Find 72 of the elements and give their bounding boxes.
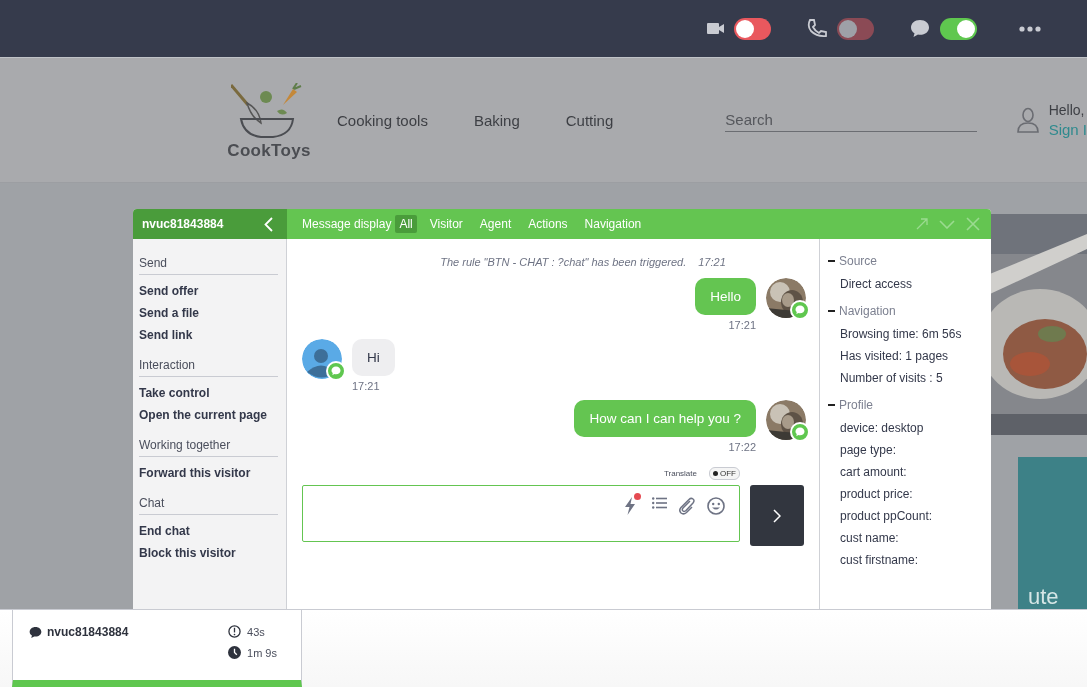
info-item: Browsing time: 6m 56s xyxy=(839,326,963,343)
nav-link[interactable]: Baking xyxy=(473,111,520,129)
conversation-card[interactable]: nvuc81843884 43s 1m 9s xyxy=(12,610,302,687)
message-bubble: Hello xyxy=(695,278,756,315)
more-icon[interactable] xyxy=(1019,25,1041,32)
toggle-switch[interactable] xyxy=(734,17,771,40)
info-item: cart amount: xyxy=(839,464,908,481)
sidebar-item[interactable]: Take control xyxy=(139,382,278,404)
section-title: Source xyxy=(839,254,878,268)
info-item: product ppCount: xyxy=(839,508,934,525)
sidebar-item[interactable]: Send link xyxy=(139,324,278,346)
message-time: 17:21 xyxy=(352,380,380,392)
section-title: Interaction xyxy=(139,358,278,377)
message-bubble: Hi xyxy=(352,339,395,376)
nav-link[interactable]: Cooking tools xyxy=(337,111,428,129)
chat-badge-icon xyxy=(790,300,810,320)
alert-icon xyxy=(228,625,242,638)
chevron-left-icon[interactable] xyxy=(264,216,273,232)
video-camera-icon xyxy=(707,21,724,36)
system-message: The rule "BTN - CHAT : ?chat" has been triggered. xyxy=(440,256,687,268)
message-time: 17:21 xyxy=(698,256,726,268)
info-item: product price: xyxy=(839,486,914,503)
nav-link[interactable]: Cutting xyxy=(565,111,614,129)
info-item: cust firstname: xyxy=(839,552,920,569)
section-title: Navigation xyxy=(839,304,896,318)
promo-text: ute xyxy=(1028,584,1059,609)
search-field[interactable]: Search xyxy=(725,108,977,132)
translate-label: Translate xyxy=(663,469,697,478)
phone-icon xyxy=(807,19,827,38)
sidebar-item[interactable]: Open the current page xyxy=(139,404,278,426)
waiting-time: 43s xyxy=(247,625,265,638)
chat-bubble-icon xyxy=(29,625,42,639)
lightning-icon xyxy=(624,497,636,515)
chat-badge-icon xyxy=(326,361,346,381)
message-time: 17:22 xyxy=(728,441,756,453)
shortcut-button[interactable] xyxy=(624,493,641,515)
greeting-text: Hello, xyxy=(1048,102,1086,118)
visitor-id: nvuc81843884 xyxy=(47,625,129,639)
translate-toggle[interactable]: OFF xyxy=(709,467,740,480)
logo[interactable]: CookToys xyxy=(228,83,310,161)
filter-label: Message display xyxy=(302,217,392,231)
toggle-switch[interactable] xyxy=(940,17,977,40)
section-title: Profile xyxy=(839,398,873,412)
info-item: cust name: xyxy=(839,530,900,547)
message-time: 17:21 xyxy=(728,319,756,331)
chat-badge-icon xyxy=(790,422,810,442)
message-bubble: How can I can help you ? xyxy=(574,400,756,437)
chevron-right-icon xyxy=(773,508,781,523)
chat-bubble-icon xyxy=(910,19,930,38)
section-title: Working together xyxy=(139,438,278,457)
message-input[interactable] xyxy=(302,485,740,542)
info-item: Number of visits : 5 xyxy=(839,370,944,387)
sidebar-item[interactable]: Send a file xyxy=(139,302,278,324)
sidebar-item[interactable]: End chat xyxy=(139,520,278,542)
info-item: page type: xyxy=(839,442,898,459)
smiley-icon[interactable] xyxy=(707,497,725,515)
info-item: Has visited: 1 pages xyxy=(839,348,950,365)
visitor-id: nvuc81843884 xyxy=(142,217,224,231)
collapse-toggle[interactable] xyxy=(828,401,835,409)
info-item: Direct access xyxy=(839,276,914,293)
collapse-toggle[interactable] xyxy=(828,257,835,265)
list-icon[interactable] xyxy=(652,497,667,509)
section-title: Chat xyxy=(139,496,278,515)
clock-icon xyxy=(228,646,242,659)
section-title: Send xyxy=(139,256,278,275)
sidebar-item[interactable]: Send offer xyxy=(139,280,278,302)
collapse-toggle[interactable] xyxy=(828,307,835,315)
sidebar-item[interactable]: Block this visitor xyxy=(139,542,278,564)
info-item: device: desktop xyxy=(839,420,925,437)
sidebar-item[interactable]: Forward this visitor xyxy=(139,462,278,484)
chat-duration: 1m 9s xyxy=(247,646,277,659)
paperclip-icon[interactable] xyxy=(678,497,696,515)
